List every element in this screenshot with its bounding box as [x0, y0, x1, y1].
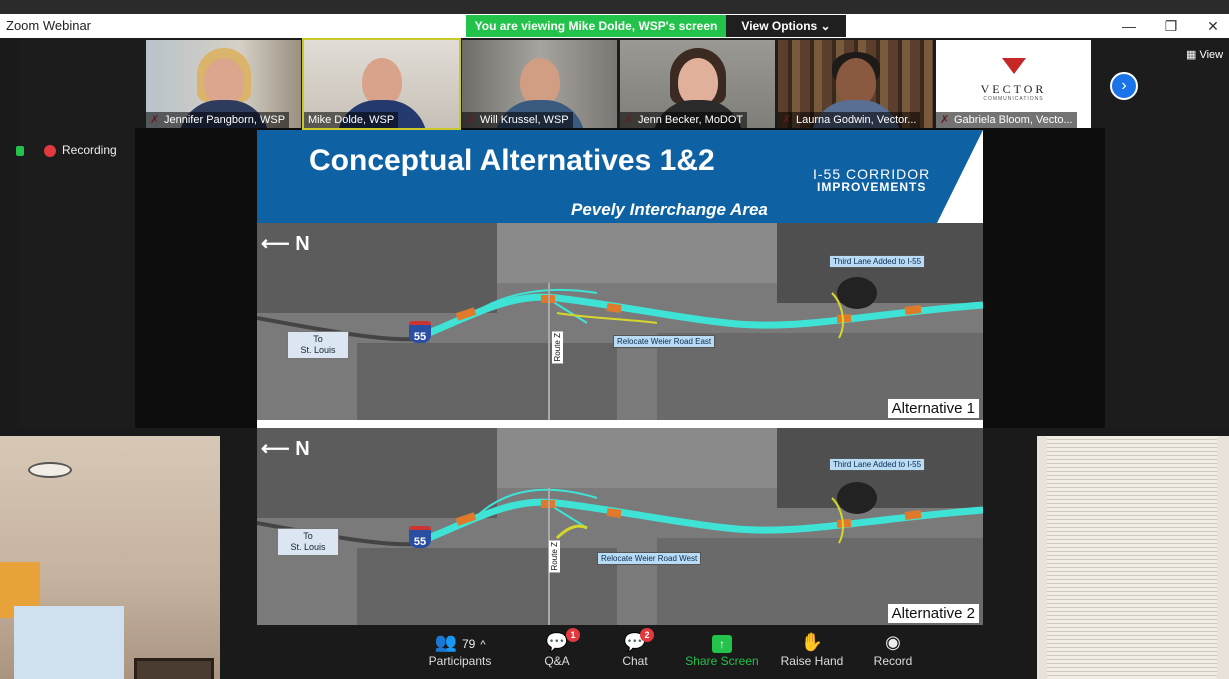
participant-name: Will Krussel, WSP	[462, 112, 573, 128]
participant-name: Laurna Godwin, Vector...	[778, 112, 921, 128]
ceiling-light-icon	[28, 462, 72, 478]
self-video-left	[0, 436, 220, 679]
top-strip	[0, 0, 1229, 14]
video-tile[interactable]: ✗ Will Krussel, WSP	[462, 40, 617, 128]
shield-icon	[16, 146, 24, 156]
video-tile[interactable]: VECTOR COMMUNICATIONS ✗ Gabriela Bloom, …	[936, 40, 1091, 128]
chat-icon: 💬	[623, 632, 647, 652]
window-view	[14, 606, 124, 679]
viewing-banner: You are viewing Mike Dolde, WSP's screen	[466, 15, 726, 37]
logo-subtext: COMMUNICATIONS	[983, 96, 1044, 102]
picture-frame	[134, 658, 214, 679]
close-icon[interactable]: ✕	[1198, 16, 1228, 36]
slide-corner-accent	[937, 130, 983, 223]
alternative-label: Alternative 2	[887, 604, 979, 623]
relocate-callout: Relocate Weier Road West	[597, 552, 702, 565]
chevron-right-icon[interactable]: ›	[1110, 72, 1138, 100]
restore-icon[interactable]: ❐	[1156, 16, 1186, 36]
third-lane-callout: Third Lane Added to I-55	[829, 255, 926, 268]
north-arrow: ⟵ N	[261, 438, 310, 460]
view-button[interactable]: ▦ View	[1186, 48, 1223, 61]
interstate-shield: 55	[409, 321, 431, 343]
logo-text: VECTOR	[980, 82, 1047, 96]
shared-slide: Conceptual Alternatives 1&2 I-55 CORRIDO…	[257, 130, 983, 625]
route-label: Route Z	[549, 540, 560, 573]
to-st-louis-label: To St. Louis	[277, 528, 339, 556]
app-title: Zoom Webinar	[6, 18, 92, 33]
qa-icon: 💬	[545, 632, 569, 652]
participants-button[interactable]: 👥 79 ^ Participants	[420, 630, 500, 668]
third-lane-callout: Third Lane Added to I-55	[829, 458, 926, 471]
minimize-icon[interactable]: —	[1114, 16, 1144, 36]
video-tile[interactable]: ✗ Laurna Godwin, Vector...	[778, 40, 933, 128]
north-arrow: ⟵ N	[261, 233, 310, 255]
view-options-button[interactable]: View Options ⌄	[726, 15, 846, 37]
route-label: Route Z	[552, 331, 563, 364]
chat-button[interactable]: 💬 2 Chat	[600, 628, 670, 668]
chevron-up-icon: ^	[480, 639, 486, 651]
self-video-right	[1037, 436, 1229, 679]
record-icon: ◉	[885, 632, 901, 652]
interstate-shield: 55	[409, 526, 431, 548]
video-tile[interactable]: ✗ Jenn Becker, MoDOT	[620, 40, 775, 128]
participant-name: Gabriela Bloom, Vecto...	[936, 112, 1077, 128]
chat-badge: 2	[640, 628, 654, 642]
share-screen-button[interactable]: ↑ Share Screen	[682, 630, 762, 668]
recording-status: Recording	[62, 143, 117, 157]
arrow-left-icon: ⟵	[261, 438, 290, 460]
vector-logo-icon	[1002, 58, 1026, 74]
gallery-view-icon: ▦	[1186, 49, 1200, 61]
relocate-callout: Relocate Weier Road East	[613, 335, 716, 348]
participant-name: Jennifer Pangborn, WSP	[146, 112, 290, 128]
participants-icon: 👥	[434, 632, 457, 652]
aerial-map	[257, 223, 983, 420]
participant-count: 79	[461, 637, 476, 651]
qa-badge: 1	[566, 628, 580, 642]
alternative-label: Alternative 1	[887, 399, 979, 418]
participant-name: Mike Dolde, WSP	[304, 112, 399, 128]
corridor-subtitle: IMPROVEMENTS	[817, 180, 927, 194]
share-screen-icon: ↑	[712, 635, 732, 653]
video-tile-active-speaker[interactable]: Mike Dolde, WSP	[302, 38, 461, 130]
map-alternative-1: ⟵ N To St. Louis 55 Route Z Relocate Wei…	[257, 223, 983, 420]
map-alternative-2: ⟵ N To St. Louis 55 Route Z Relocate Wei…	[257, 428, 983, 625]
arrow-left-icon: ⟵	[261, 233, 290, 255]
record-button[interactable]: ◉ Record	[858, 630, 928, 668]
video-tile[interactable]: ✗ Jennifer Pangborn, WSP	[146, 40, 301, 128]
printed-list-page	[1047, 436, 1217, 679]
recording-icon	[44, 145, 56, 157]
hand-icon: ✋	[800, 632, 824, 652]
to-st-louis-label: To St. Louis	[287, 331, 349, 359]
slide-title: Conceptual Alternatives 1&2	[309, 144, 715, 177]
qa-button[interactable]: 💬 1 Q&A	[522, 628, 592, 668]
participant-name: Jenn Becker, MoDOT	[620, 112, 748, 128]
slide-area-title: Pevely Interchange Area	[571, 200, 768, 219]
raise-hand-button[interactable]: ✋ Raise Hand	[776, 630, 848, 668]
